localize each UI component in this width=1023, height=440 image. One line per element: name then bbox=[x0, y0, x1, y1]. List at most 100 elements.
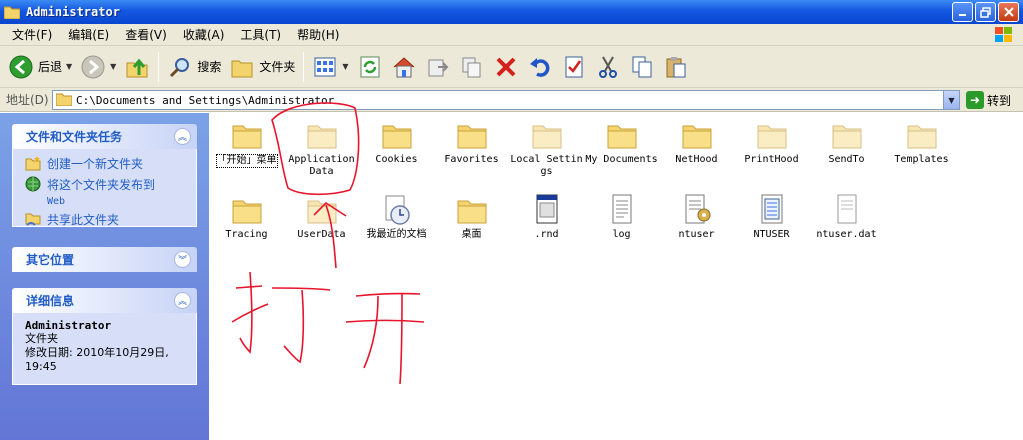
undo-button[interactable] bbox=[523, 50, 557, 84]
folder-icon bbox=[3, 5, 21, 20]
paste-button[interactable] bbox=[659, 50, 693, 84]
undo-icon bbox=[527, 54, 553, 80]
file-item[interactable]: SendTo bbox=[809, 118, 884, 166]
chevron-up-icon[interactable]: ︽ bbox=[174, 292, 191, 309]
search-label: 搜索 bbox=[197, 60, 222, 74]
task-pane: 文件和文件夹任务 ︽ 创建一个新文件夹 将这个文件夹发布到 Web 共享此文件夹… bbox=[0, 113, 209, 440]
menu-help[interactable]: 帮助(H) bbox=[289, 26, 347, 43]
file-list[interactable]: 「开始」菜单 Application Data Cookies Favorites Lo… bbox=[209, 113, 1023, 440]
sync-icon bbox=[357, 54, 383, 80]
go-label: 转到 bbox=[987, 93, 1012, 108]
other-places-title[interactable]: 其它位置 bbox=[12, 247, 197, 272]
chevron-down-icon[interactable]: ︾ bbox=[174, 251, 191, 268]
menu-tools[interactable]: 工具(T) bbox=[232, 26, 289, 43]
up-folder-button[interactable] bbox=[120, 50, 154, 84]
other-places-panel: 其它位置 ︾ bbox=[12, 247, 197, 272]
back-dropdown-icon[interactable]: ▼ bbox=[66, 62, 72, 71]
restore-button[interactable] bbox=[975, 2, 996, 22]
file-label: 桌面 bbox=[461, 229, 482, 240]
properties-icon bbox=[561, 54, 587, 80]
file-item[interactable]: Templates bbox=[884, 118, 959, 166]
title-bar[interactable]: Administrator bbox=[0, 0, 1023, 24]
views-dropdown-icon[interactable]: ▼ bbox=[342, 62, 348, 71]
file-label: Cookies bbox=[375, 154, 418, 165]
file-item[interactable]: NetHood bbox=[659, 118, 734, 166]
move-to-icon bbox=[425, 54, 451, 80]
task-share-folder-label: 共享此文件夹 bbox=[47, 213, 120, 227]
forward-arrow-icon bbox=[80, 54, 106, 80]
details-type: 文件夹 bbox=[25, 332, 58, 345]
task-publish-web-label-2: Web bbox=[47, 196, 66, 207]
sync-button[interactable] bbox=[353, 50, 387, 84]
views-icon bbox=[312, 54, 338, 80]
task-publish-web[interactable]: 将这个文件夹发布到 Web bbox=[25, 176, 186, 207]
toolbar-separator bbox=[158, 51, 160, 82]
folder-icon bbox=[305, 118, 339, 152]
home-button[interactable] bbox=[387, 50, 421, 84]
copy-to-button[interactable] bbox=[455, 50, 489, 84]
file-item[interactable]: NTUSER bbox=[734, 193, 809, 241]
file-label: ntuser.dat bbox=[816, 229, 877, 240]
tasks-panel-title[interactable]: 文件和文件夹任务 bbox=[12, 124, 197, 149]
folder-icon bbox=[755, 118, 789, 152]
task-new-folder[interactable]: 创建一个新文件夹 bbox=[25, 155, 186, 172]
file-item[interactable]: ntuser.dat bbox=[809, 193, 884, 241]
globe-icon bbox=[25, 176, 41, 192]
file-label: PrintHood bbox=[744, 154, 799, 165]
folder-icon bbox=[305, 193, 339, 227]
properties-button[interactable] bbox=[557, 50, 591, 84]
folder-icon bbox=[830, 118, 864, 152]
address-label: 地址(D) bbox=[6, 93, 49, 107]
up-folder-icon bbox=[124, 54, 150, 80]
file-item[interactable]: 我最近的文档 bbox=[359, 193, 434, 241]
go-arrow-icon: ➜ bbox=[966, 91, 984, 109]
delete-button[interactable] bbox=[489, 50, 523, 84]
file-item[interactable]: UserData bbox=[284, 193, 359, 241]
file-item[interactable]: Tracing bbox=[209, 193, 284, 241]
file-item[interactable]: Favorites bbox=[434, 118, 509, 166]
file-item[interactable]: 桌面 bbox=[434, 193, 509, 241]
file-item[interactable]: My Documents bbox=[584, 118, 659, 166]
task-share-folder[interactable]: 共享此文件夹 bbox=[25, 211, 186, 228]
folder-icon bbox=[605, 118, 639, 152]
windows-logo-icon bbox=[989, 25, 1017, 45]
move-to-button[interactable] bbox=[421, 50, 455, 84]
forward-dropdown-icon[interactable]: ▼ bbox=[110, 62, 116, 71]
file-item[interactable]: 「开始」菜单 bbox=[209, 118, 284, 168]
task-new-folder-label: 创建一个新文件夹 bbox=[47, 157, 144, 171]
scissors-icon bbox=[595, 54, 621, 80]
forward-button[interactable]: ▼ bbox=[76, 50, 120, 84]
address-path: C:\Documents and Settings\Administrator bbox=[76, 93, 335, 107]
details-panel-title[interactable]: 详细信息 bbox=[12, 288, 197, 313]
file-item[interactable]: PrintHood bbox=[734, 118, 809, 166]
views-button[interactable]: ▼ bbox=[308, 50, 352, 84]
file-item[interactable]: ntuser bbox=[659, 193, 734, 241]
minimize-button[interactable] bbox=[952, 2, 973, 22]
close-button[interactable] bbox=[998, 2, 1019, 22]
details-time: 19:45 bbox=[25, 360, 57, 373]
menu-edit[interactable]: 编辑(E) bbox=[60, 26, 117, 43]
menu-file[interactable]: 文件(F) bbox=[4, 26, 60, 43]
file-icon bbox=[680, 193, 714, 227]
menu-favorites[interactable]: 收藏(A) bbox=[175, 26, 233, 43]
back-button[interactable]: 后退 ▼ bbox=[4, 50, 76, 84]
folders-label: 文件夹 bbox=[259, 60, 296, 74]
chevron-up-icon[interactable]: ︽ bbox=[174, 128, 191, 145]
search-button[interactable]: 搜索 bbox=[163, 50, 225, 84]
address-input[interactable]: C:\Documents and Settings\Administrator … bbox=[52, 90, 960, 110]
file-item[interactable]: .rnd bbox=[509, 193, 584, 241]
file-item[interactable]: Local Settings bbox=[509, 118, 584, 178]
file-item[interactable]: log bbox=[584, 193, 659, 241]
menu-view[interactable]: 查看(V) bbox=[117, 26, 175, 43]
share-folder-icon bbox=[25, 211, 41, 227]
file-label: 我最近的文档 bbox=[366, 229, 427, 240]
go-button[interactable]: ➜ 转到 bbox=[966, 91, 1011, 109]
file-item[interactable]: Application Data bbox=[284, 118, 359, 178]
copy-button[interactable] bbox=[625, 50, 659, 84]
address-dropdown-icon[interactable]: ▼ bbox=[943, 91, 959, 109]
folders-button[interactable]: 文件夹 bbox=[225, 50, 299, 84]
file-label: Favorites bbox=[444, 154, 499, 165]
toolbar-separator bbox=[303, 51, 305, 82]
cut-button[interactable] bbox=[591, 50, 625, 84]
file-item[interactable]: Cookies bbox=[359, 118, 434, 166]
